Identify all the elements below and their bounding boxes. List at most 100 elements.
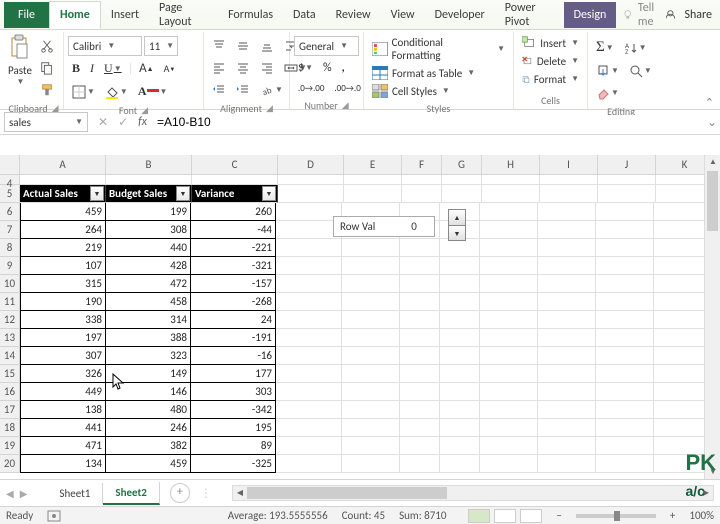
column-header-G[interactable]: G bbox=[442, 155, 482, 175]
cell-B17[interactable]: 480 bbox=[105, 401, 191, 419]
dialog-launcher-icon[interactable]: ◢ bbox=[342, 100, 349, 111]
cell-H13[interactable] bbox=[480, 329, 538, 347]
add-sheet-button[interactable]: + bbox=[170, 483, 190, 503]
cut-button[interactable] bbox=[36, 36, 58, 56]
cell-styles-button[interactable]: Cell Styles▼ bbox=[368, 82, 509, 100]
cell-H9[interactable] bbox=[480, 257, 538, 275]
row-header-6[interactable]: 6 bbox=[0, 203, 20, 221]
delete-cells-button[interactable]: Delete▼ bbox=[518, 52, 583, 70]
spinner-control[interactable]: ▲ ▼ bbox=[448, 209, 466, 241]
cell-C13[interactable]: -191 bbox=[190, 329, 276, 347]
cell-J18[interactable] bbox=[596, 419, 654, 437]
format-painter-button[interactable] bbox=[36, 80, 58, 100]
cell-A9[interactable]: 107 bbox=[20, 257, 106, 275]
cell-F18[interactable] bbox=[400, 419, 440, 437]
cell-A7[interactable]: 264 bbox=[20, 221, 106, 239]
row-header-19[interactable]: 19 bbox=[0, 437, 20, 455]
cell-A13[interactable]: 197 bbox=[20, 329, 106, 347]
decrease-font-button[interactable]: A▼ bbox=[160, 59, 180, 78]
number-format-select[interactable]: General▼ bbox=[294, 36, 359, 56]
vertical-scrollbar[interactable]: ▲ ▼ bbox=[704, 155, 720, 479]
column-header-K[interactable]: K bbox=[656, 155, 704, 175]
row-header-13[interactable]: 13 bbox=[0, 329, 20, 347]
cell-B14[interactable]: 323 bbox=[105, 347, 191, 365]
cell-F5[interactable] bbox=[402, 185, 442, 203]
cell-K12[interactable] bbox=[654, 311, 704, 329]
horizontal-scrollbar[interactable]: ◀ ▶ bbox=[232, 485, 714, 501]
sheet-tab-sheet2[interactable]: Sheet2 bbox=[103, 482, 160, 505]
column-header-J[interactable]: J bbox=[598, 155, 656, 175]
cell-D13[interactable] bbox=[276, 329, 342, 347]
cell-K13[interactable] bbox=[654, 329, 704, 347]
table-header-budget-sales[interactable]: Budget Sales▼ bbox=[106, 185, 192, 203]
cell-K11[interactable] bbox=[654, 293, 704, 311]
cell-G11[interactable] bbox=[440, 293, 480, 311]
cell-K5[interactable] bbox=[656, 185, 704, 203]
column-header-A[interactable]: A bbox=[20, 155, 106, 175]
zoom-percent[interactable]: 100% bbox=[689, 509, 714, 522]
cell-B8[interactable]: 440 bbox=[105, 239, 191, 257]
scroll-left-icon[interactable]: ◀ bbox=[233, 486, 247, 500]
cell-I14[interactable] bbox=[538, 347, 596, 365]
tab-view[interactable]: View bbox=[381, 2, 425, 28]
cell-A14[interactable]: 307 bbox=[20, 347, 106, 365]
font-name-select[interactable]: Calibri▼ bbox=[68, 36, 142, 56]
name-box[interactable]: sales ▼ bbox=[4, 112, 88, 132]
page-break-view-button[interactable] bbox=[520, 509, 542, 523]
cell-G5[interactable] bbox=[442, 185, 482, 203]
filter-button[interactable]: ▼ bbox=[90, 186, 104, 201]
sheet-tab-sheet1[interactable]: Sheet1 bbox=[47, 483, 103, 504]
cell-I17[interactable] bbox=[538, 401, 596, 419]
cell-G10[interactable] bbox=[440, 275, 480, 293]
cell-K17[interactable] bbox=[654, 401, 704, 419]
cell-H7[interactable] bbox=[480, 221, 538, 239]
row-header-12[interactable]: 12 bbox=[0, 311, 20, 329]
cell-G8[interactable] bbox=[440, 239, 480, 257]
comma-style-button[interactable]: , bbox=[338, 58, 349, 78]
tab-review[interactable]: Review bbox=[326, 2, 381, 28]
macro-record-icon[interactable] bbox=[47, 510, 61, 522]
tab-formulas[interactable]: Formulas bbox=[218, 2, 283, 28]
tab-insert[interactable]: Insert bbox=[101, 2, 149, 28]
cell-G20[interactable] bbox=[440, 455, 480, 473]
cell-E9[interactable] bbox=[342, 257, 400, 275]
cell-H5[interactable] bbox=[482, 185, 540, 203]
cell-C7[interactable]: -44 bbox=[190, 221, 276, 239]
currency-button[interactable]: $▼ bbox=[294, 58, 317, 78]
cell-C19[interactable]: 89 bbox=[190, 437, 276, 455]
column-header-H[interactable]: H bbox=[482, 155, 540, 175]
align-top-button[interactable] bbox=[208, 36, 230, 56]
cell-K7[interactable] bbox=[654, 221, 704, 239]
cell-G9[interactable] bbox=[440, 257, 480, 275]
spinner-up-button[interactable]: ▲ bbox=[448, 209, 466, 225]
cell-C18[interactable]: 195 bbox=[190, 419, 276, 437]
row-header-14[interactable]: 14 bbox=[0, 347, 20, 365]
cell-H16[interactable] bbox=[480, 383, 538, 401]
font-size-select[interactable]: 11▼ bbox=[144, 36, 178, 56]
share-button[interactable]: Share bbox=[666, 8, 712, 22]
cell-E16[interactable] bbox=[342, 383, 400, 401]
row-header-5[interactable]: 5 bbox=[0, 185, 20, 203]
cell-I5[interactable] bbox=[540, 185, 598, 203]
cell-J16[interactable] bbox=[596, 383, 654, 401]
cell-K4[interactable] bbox=[656, 175, 704, 185]
cell-A18[interactable]: 441 bbox=[20, 419, 106, 437]
percent-button[interactable]: % bbox=[319, 58, 336, 78]
decrease-decimal-button[interactable]: .00→.0 bbox=[330, 80, 364, 97]
cell-B18[interactable]: 246 bbox=[105, 419, 191, 437]
cell-C11[interactable]: -268 bbox=[190, 293, 276, 311]
cell-E8[interactable] bbox=[342, 239, 400, 257]
cell-A17[interactable]: 138 bbox=[20, 401, 106, 419]
cell-E4[interactable] bbox=[344, 175, 402, 185]
align-left-button[interactable] bbox=[208, 58, 230, 78]
dialog-launcher-icon[interactable]: ◢ bbox=[266, 103, 273, 114]
cell-H15[interactable] bbox=[480, 365, 538, 383]
cell-I16[interactable] bbox=[538, 383, 596, 401]
increase-font-button[interactable]: A▲ bbox=[135, 58, 157, 79]
cell-B7[interactable]: 308 bbox=[105, 221, 191, 239]
cell-G18[interactable] bbox=[440, 419, 480, 437]
cell-B11[interactable]: 458 bbox=[105, 293, 191, 311]
column-header-B[interactable]: B bbox=[106, 155, 192, 175]
scroll-thumb[interactable] bbox=[247, 487, 447, 499]
zoom-in-button[interactable]: + bbox=[670, 509, 675, 522]
